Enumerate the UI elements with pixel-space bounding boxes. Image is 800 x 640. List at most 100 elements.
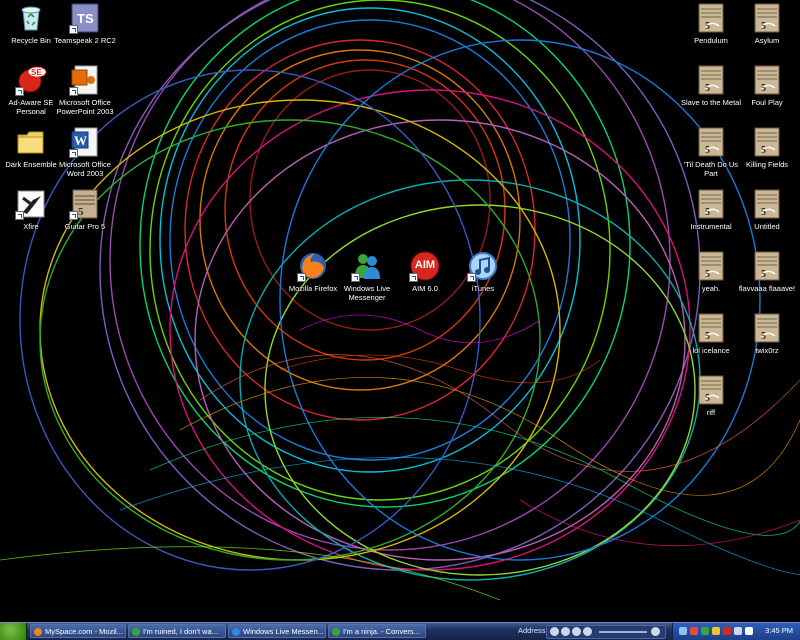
desktop-icon-label: lol icelance bbox=[692, 346, 730, 355]
desktop-icon-label: Untitled bbox=[754, 222, 780, 231]
tray-icon-aim[interactable] bbox=[712, 627, 720, 635]
stop-icon[interactable] bbox=[572, 627, 581, 636]
desktop-icon-guitar-pro-file[interactable]: 5 Pendulum bbox=[680, 2, 742, 45]
desktop-icon-guitar-pro-file[interactable]: 5 twix0rz bbox=[736, 312, 798, 355]
desktop-icon-label: Recycle Bin bbox=[11, 36, 51, 45]
desktop-icon-word[interactable]: W Microsoft Office Word 2003 bbox=[54, 126, 116, 178]
desktop-icon-guitar-pro-file[interactable]: 5 Foul Play bbox=[736, 64, 798, 107]
desktop-icon-label: 'Til Death Do Us Part bbox=[683, 160, 739, 178]
desktop-icon-label: AIM 6.0 bbox=[412, 284, 438, 293]
desktop-icon-label: Xfire bbox=[23, 222, 39, 231]
desktop-icon-aim[interactable]: AIM AIM 6.0 bbox=[394, 250, 456, 293]
desktop-icon-label: Windows Live Messenger bbox=[343, 284, 391, 302]
desktop-icon-guitar-pro-file[interactable]: 5 riff bbox=[680, 374, 742, 417]
desktop-icon-label: Foul Play bbox=[751, 98, 783, 107]
desktop-icon-guitar-pro-file[interactable]: 5 flavvaaa flaaave! bbox=[736, 250, 798, 293]
tray-icon-messenger[interactable] bbox=[701, 627, 709, 635]
desktop-icon-label: Instrumental bbox=[690, 222, 732, 231]
shortcut-arrow-icon bbox=[297, 273, 306, 282]
desktop-icon-firefox[interactable]: Mozilla Firefox bbox=[282, 250, 344, 293]
taskbar-button-conversation[interactable]: I'm a ninja. - Convers... bbox=[328, 624, 426, 638]
desktop-icon-label: riff bbox=[706, 408, 716, 417]
desktop-icon-guitar-pro-file[interactable]: 5 Slave to the Metal bbox=[680, 64, 742, 107]
taskbar-button-label: I'm a ninja. - Convers... bbox=[343, 627, 420, 636]
guitar-pro-file-icon: 5 bbox=[695, 64, 727, 96]
xfire-icon bbox=[15, 188, 47, 220]
previous-track-icon[interactable] bbox=[550, 627, 559, 636]
desktop-icon-label: yeah. bbox=[701, 284, 721, 293]
desktop-icon-guitar-pro-file[interactable]: 5 Untitled bbox=[736, 188, 798, 231]
desktop-icon-label: Microsoft Office Word 2003 bbox=[59, 160, 111, 178]
desktop-icon-label: Guitar Pro 5 bbox=[64, 222, 106, 231]
taskbar-button-conversation[interactable]: I'm ruined, I don't wa... bbox=[128, 624, 226, 638]
messenger-icon bbox=[351, 250, 383, 282]
taskbar-button-firefox[interactable]: MySpace.com - Mozil... bbox=[30, 624, 126, 638]
desktop-icon-itunes[interactable]: iTunes bbox=[452, 250, 514, 293]
tray-icon-security[interactable] bbox=[690, 627, 698, 635]
svg-text:5: 5 bbox=[705, 145, 710, 156]
desktop-icon-guitar-pro-file[interactable]: 5 Asylum bbox=[736, 2, 798, 45]
desktop-icon-label: Asylum bbox=[754, 36, 780, 45]
desktop-icon-guitar-pro-file[interactable]: 5 'Til Death Do Us Part bbox=[680, 126, 742, 178]
tray-icon-volume[interactable] bbox=[734, 627, 742, 635]
firefox-icon bbox=[297, 250, 329, 282]
tray-icon-xfire[interactable] bbox=[745, 627, 753, 635]
mute-icon[interactable] bbox=[651, 627, 660, 636]
volume-slider[interactable] bbox=[599, 631, 647, 633]
media-player-toolbar bbox=[546, 625, 666, 639]
svg-text:5: 5 bbox=[761, 21, 766, 32]
svg-text:5: 5 bbox=[705, 21, 710, 32]
shortcut-arrow-icon bbox=[15, 87, 24, 96]
guitar-pro-file-icon: 5 bbox=[751, 126, 783, 158]
desktop-icon-label: Dark Ensemble bbox=[5, 160, 57, 169]
desktop-icon-guitar-pro[interactable]: 5 Guitar Pro 5 bbox=[54, 188, 116, 231]
tray-icon-antivirus[interactable] bbox=[723, 627, 731, 635]
svg-text:5: 5 bbox=[761, 83, 766, 94]
desktop-icon-recycle-bin[interactable]: Recycle Bin bbox=[0, 2, 62, 45]
taskbar-clock[interactable]: 3:45 PM bbox=[765, 626, 793, 635]
pause-icon[interactable] bbox=[561, 627, 570, 636]
shortcut-arrow-icon bbox=[351, 273, 360, 282]
guitar-pro-file-icon: 5 bbox=[695, 312, 727, 344]
svg-text:5: 5 bbox=[705, 393, 710, 404]
teamspeak-icon: TS bbox=[69, 2, 101, 34]
aim-icon: AIM bbox=[409, 250, 441, 282]
desktop-icon-label: Teamspeak 2 RC2 bbox=[54, 36, 116, 45]
desktop-icon-guitar-pro-file[interactable]: 5 Killing Fields bbox=[736, 126, 798, 169]
desktop-icon-label: Ad-Aware SE Personal bbox=[8, 98, 54, 116]
desktop-icon-guitar-pro-file[interactable]: 5 yeah. bbox=[680, 250, 742, 293]
desktop-icon-teamspeak[interactable]: TS Teamspeak 2 RC2 bbox=[54, 2, 116, 45]
shortcut-arrow-icon bbox=[69, 25, 78, 34]
messenger-icon bbox=[232, 628, 240, 636]
svg-text:5: 5 bbox=[705, 269, 710, 280]
desktop-icon-guitar-pro-file[interactable]: 5 Instrumental bbox=[680, 188, 742, 231]
start-button[interactable] bbox=[0, 623, 27, 640]
aim-icon-text: AIM bbox=[414, 259, 436, 271]
desktop-icon-xfire[interactable]: Xfire bbox=[0, 188, 62, 231]
word-icon: W bbox=[69, 126, 101, 158]
svg-text:5: 5 bbox=[761, 145, 766, 156]
shortcut-arrow-icon bbox=[467, 273, 476, 282]
desktop-icon-ad-aware[interactable]: SE Ad-Aware SE Personal bbox=[0, 64, 62, 116]
itunes-icon bbox=[467, 250, 499, 282]
desktop-icon-label: Pendulum bbox=[694, 36, 728, 45]
taskbar-button-messenger[interactable]: Windows Live Messen... bbox=[228, 624, 326, 638]
guitar-pro-file-icon: 5 bbox=[695, 188, 727, 220]
svg-text:TS: TS bbox=[77, 11, 94, 26]
tray-icon-network[interactable] bbox=[679, 627, 687, 635]
shortcut-arrow-icon bbox=[15, 211, 24, 220]
svg-text:5: 5 bbox=[761, 269, 766, 280]
guitar-pro-icon: 5 bbox=[69, 188, 101, 220]
guitar-pro-file-icon: 5 bbox=[751, 188, 783, 220]
desktop-icon-guitar-pro-file[interactable]: 5 lol icelance bbox=[680, 312, 742, 355]
ad-aware-icon: SE bbox=[15, 64, 47, 96]
desktop-icon-dark-ensemble[interactable]: Dark Ensemble bbox=[0, 126, 62, 169]
next-track-icon[interactable] bbox=[583, 627, 592, 636]
address-toolbar-label[interactable]: Address bbox=[518, 626, 546, 635]
taskbar-button-label: Windows Live Messen... bbox=[243, 627, 324, 636]
desktop-icon-label: flavvaaa flaaave! bbox=[738, 284, 796, 293]
desktop-icon-label: iTunes bbox=[471, 284, 495, 293]
desktop-icon-messenger[interactable]: Windows Live Messenger bbox=[336, 250, 398, 302]
desktop-icon-powerpoint[interactable]: Microsoft Office PowerPoint 2003 bbox=[54, 64, 116, 116]
system-tray: 3:45 PM bbox=[672, 623, 800, 640]
